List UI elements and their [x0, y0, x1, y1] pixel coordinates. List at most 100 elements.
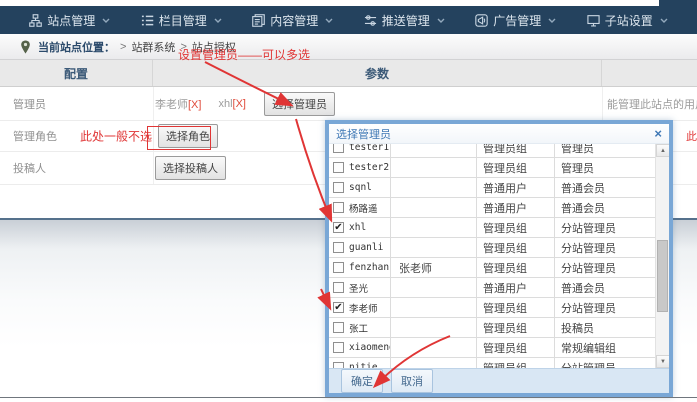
- user-checkbox[interactable]: [333, 144, 344, 153]
- user-checkbox[interactable]: [333, 262, 344, 273]
- header-config: 配置: [0, 60, 153, 86]
- annotation-right-clipped: 此处: [686, 128, 697, 144]
- user-group: 管理员组: [477, 298, 555, 317]
- user-username: sqnl: [349, 182, 372, 193]
- user-checkbox[interactable]: [333, 342, 344, 353]
- chevron-down-icon: [214, 18, 222, 23]
- user-realname: [391, 218, 477, 237]
- select-role-button[interactable]: 选择角色: [158, 124, 218, 148]
- cancel-button[interactable]: 取消: [391, 369, 433, 393]
- user-username: fenzhan: [349, 262, 389, 273]
- nav-item-content-management[interactable]: 内容管理: [252, 12, 333, 29]
- user-row: ✔ 李老师 管理员组 分站管理员: [329, 298, 655, 318]
- user-username: nitie: [349, 362, 378, 368]
- user-group: 管理员组: [477, 358, 555, 368]
- user-realname: [391, 318, 477, 337]
- scroll-up-icon[interactable]: ▲: [656, 144, 669, 157]
- user-realname: [391, 358, 477, 368]
- user-role: 常规编辑组: [555, 338, 655, 357]
- column-divider: [153, 152, 154, 184]
- user-row: 张工 管理员组 投稿员: [329, 318, 655, 338]
- user-realname: [391, 298, 477, 317]
- chevron-down-icon: [548, 18, 556, 23]
- user-row: fenzhan 张老师 管理员组 分站管理员: [329, 258, 655, 278]
- user-checkbox[interactable]: [333, 182, 344, 193]
- nav-item-ad-management[interactable]: 广告管理: [475, 12, 556, 29]
- admin-row-values: 李老师[X] xhl[X] 选择管理员: [155, 87, 335, 120]
- remove-admin-link[interactable]: [X]: [233, 98, 246, 110]
- user-list: tester1 管理员组 管理员 tester2 管理员组 管理员 sqnl 普…: [329, 144, 655, 368]
- chevron-down-icon: [437, 18, 445, 23]
- user-row: guanli 管理员组 分站管理员: [329, 238, 655, 258]
- main-nav: 站点管理 栏目管理 内容管理 推送管理 广告管理 子站设置: [0, 6, 697, 34]
- user-group: 普通用户: [477, 198, 555, 217]
- scrollbar[interactable]: ▲ ▼: [655, 144, 669, 368]
- user-group: 管理员组: [477, 338, 555, 357]
- user-checkbox[interactable]: [333, 362, 344, 368]
- user-username: 张工: [349, 321, 368, 335]
- monitor-icon: [587, 14, 600, 27]
- dialog-title-bar: 选择管理员 ×: [329, 124, 669, 144]
- nav-label: 子站设置: [605, 12, 653, 29]
- close-icon[interactable]: ×: [654, 127, 662, 140]
- content-icon: [252, 14, 265, 27]
- user-role: 分站管理员: [555, 358, 655, 368]
- config-row-admin: 管理员 李老师[X] xhl[X] 选择管理员 能管理此站点的用户,所选: [0, 87, 697, 121]
- annotation-multi-select: 设置管理员——可以多选: [178, 46, 310, 63]
- ok-button[interactable]: 确定: [341, 369, 383, 393]
- user-group: 管理员组: [477, 318, 555, 337]
- user-group: 管理员组: [477, 158, 555, 177]
- nav-item-site-management[interactable]: 站点管理: [29, 12, 110, 29]
- user-checkbox[interactable]: [333, 322, 344, 333]
- user-username: 杨路遥: [349, 201, 378, 215]
- megaphone-icon: [475, 14, 488, 27]
- user-group: 管理员组: [477, 218, 555, 237]
- user-row: 杨路遥 普通用户 普通会员: [329, 198, 655, 218]
- nav-item-subsite-settings[interactable]: 子站设置: [587, 12, 668, 29]
- list-icon: [141, 14, 154, 27]
- nav-item-push-management[interactable]: 推送管理: [364, 12, 445, 29]
- scroll-down-icon[interactable]: ▼: [656, 355, 669, 368]
- role-row-label: 管理角色: [13, 128, 57, 144]
- breadcrumb-label: 当前站点位置：: [38, 39, 115, 55]
- user-role: 投稿员: [555, 318, 655, 337]
- chevron-down-icon: [102, 18, 110, 23]
- select-admin-button[interactable]: 选择管理员: [264, 92, 335, 116]
- remove-admin-link[interactable]: [X]: [188, 99, 201, 111]
- user-realname: [391, 178, 477, 197]
- nav-item-column-management[interactable]: 栏目管理: [141, 12, 222, 29]
- push-sliders-icon: [364, 14, 377, 27]
- annotation-role-note: 此处一般不选: [80, 128, 152, 145]
- admin-row-label: 管理员: [13, 96, 46, 112]
- breadcrumb-link-site-group[interactable]: 站群系统: [131, 39, 175, 55]
- user-row: ✔ xhl 管理员组 分站管理员: [329, 218, 655, 238]
- user-username: 圣光: [349, 281, 368, 295]
- user-group: 管理员组: [477, 258, 555, 277]
- user-row: xiaomeng 管理员组 常规编辑组: [329, 338, 655, 358]
- scrollbar-thumb[interactable]: [657, 240, 668, 312]
- user-checkbox[interactable]: [333, 242, 344, 253]
- admin-row-hint: 能管理此站点的用户,所选: [607, 96, 697, 112]
- user-row: tester1 管理员组 管理员: [329, 144, 655, 158]
- user-realname: 张老师: [391, 258, 477, 277]
- user-checkbox[interactable]: [333, 162, 344, 173]
- user-checkbox[interactable]: [333, 282, 344, 293]
- select-contributor-button[interactable]: 选择投稿人: [155, 156, 226, 180]
- user-group: 管理员组: [477, 238, 555, 257]
- user-realname: [391, 338, 477, 357]
- user-group: 管理员组: [477, 144, 555, 157]
- column-divider: [153, 121, 154, 151]
- user-row: 圣光 普通用户 普通会员: [329, 278, 655, 298]
- chevron-down-icon: [660, 18, 668, 23]
- user-checkbox[interactable]: ✔: [333, 302, 344, 313]
- user-realname: [391, 144, 477, 157]
- breadcrumb: 当前站点位置： > 站群系统 > 站点授权: [0, 34, 697, 60]
- user-row: nitie 管理员组 分站管理员: [329, 358, 655, 368]
- user-list-viewport: tester1 管理员组 管理员 tester2 管理员组 管理员 sqnl 普…: [329, 144, 669, 368]
- breadcrumb-separator: >: [120, 41, 126, 53]
- nav-label: 广告管理: [493, 12, 541, 29]
- user-realname: [391, 238, 477, 257]
- user-checkbox[interactable]: ✔: [333, 222, 344, 233]
- user-role: 分站管理员: [555, 238, 655, 257]
- user-checkbox[interactable]: [333, 202, 344, 213]
